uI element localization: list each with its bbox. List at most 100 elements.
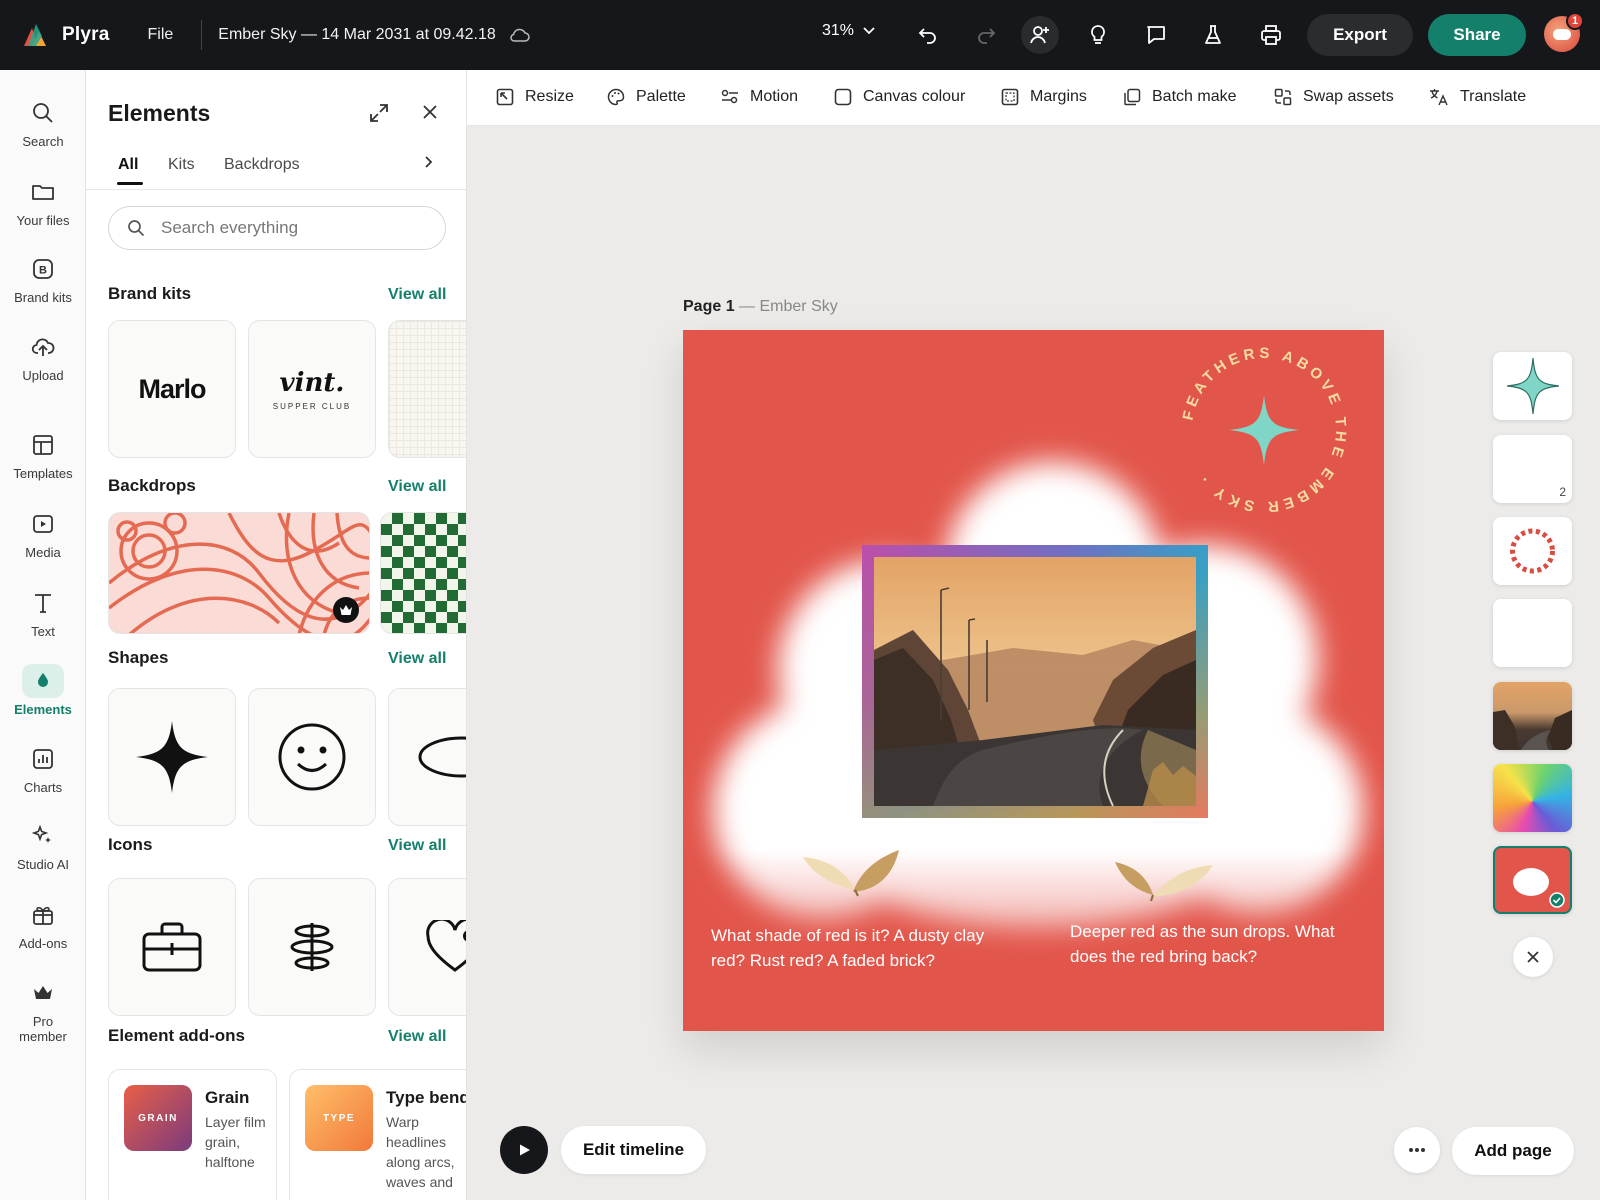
top-bar: Plyra File Ember Sky — 14 Mar 2031 at 09… — [0, 0, 1600, 70]
layer-thumb-background[interactable] — [1493, 846, 1572, 914]
tool-swap-assets[interactable]: Swap assets — [1274, 88, 1394, 106]
gift-icon — [22, 898, 64, 932]
redo-button[interactable] — [967, 16, 1005, 54]
view-all-backdrops[interactable]: View all — [388, 478, 446, 496]
brand-kit-card[interactable]: vint. SUPPER CLUB — [248, 320, 376, 458]
tool-resize[interactable]: Resize — [496, 88, 574, 106]
rail-item-media[interactable]: Media — [0, 507, 86, 560]
brand-kit-card[interactable] — [388, 320, 466, 458]
addon-description: Warp headlines along arcs, waves and — [386, 1114, 455, 1190]
layer-thumb-photo[interactable] — [1493, 682, 1572, 750]
tool-translate[interactable]: Translate — [1429, 88, 1526, 106]
tab-backdrops[interactable]: Backdrops — [224, 156, 300, 174]
layer-thumb[interactable] — [1493, 352, 1572, 420]
notification-badge[interactable]: 1 — [1566, 12, 1584, 30]
chevron-right-icon[interactable] — [420, 154, 436, 170]
caption-right[interactable]: Deeper red as the sun drops. What does t… — [1070, 919, 1360, 969]
rail-item-templates[interactable]: Templates — [0, 428, 86, 481]
comments-button[interactable] — [1137, 16, 1175, 54]
tab-all[interactable]: All — [118, 156, 138, 174]
shape-card[interactable] — [248, 688, 376, 826]
tool-motion[interactable]: Motion — [721, 88, 798, 106]
undo-button[interactable] — [909, 16, 947, 54]
expand-icon[interactable] — [368, 102, 390, 124]
tool-label: Canvas colour — [863, 88, 966, 105]
close-layers-button[interactable] — [1513, 937, 1553, 977]
batch-make-icon — [1124, 88, 1141, 106]
tool-margins[interactable]: Margins — [1001, 88, 1087, 106]
addon-card[interactable]: TYPE Type bend Warp headlines along arcs… — [289, 1069, 467, 1200]
rail-item-your-files[interactable]: Your files — [0, 175, 86, 228]
rail-item-charts[interactable]: Charts — [0, 742, 86, 795]
sparkle-shape-icon — [136, 721, 208, 793]
rail-item-studio-ai[interactable]: Studio AI — [0, 819, 86, 872]
layer-thumb[interactable] — [1493, 517, 1572, 585]
tool-palette[interactable]: Palette — [607, 88, 686, 106]
icon-card[interactable] — [108, 878, 236, 1016]
tool-batch-make[interactable]: Batch make — [1123, 88, 1236, 106]
active-tab-indicator — [117, 182, 143, 185]
sparkle-star — [1229, 395, 1299, 465]
rail-item-add-ons[interactable]: Add-ons — [0, 898, 86, 951]
dotted-ring-icon — [1510, 528, 1555, 574]
rail-label: Add-ons — [18, 936, 68, 951]
edit-timeline-button[interactable]: Edit timeline — [561, 1126, 706, 1174]
view-all-brand-kits[interactable]: View all — [388, 286, 446, 304]
shape-card[interactable] — [108, 688, 236, 826]
rail-item-text[interactable]: Text — [0, 586, 86, 639]
rail-label: Elements — [14, 702, 72, 717]
rail-item-search[interactable]: Search — [0, 96, 86, 149]
circle-text-badge: FEATHERS ABOVE THE EMBER SKY · — [1180, 345, 1346, 516]
elements-panel: Elements All Kits Backdrops Brand kits V… — [86, 70, 467, 1200]
shape-card[interactable] — [388, 688, 466, 826]
caption-left[interactable]: What shade of red is it? A dusty clay re… — [711, 923, 1011, 973]
tab-kits[interactable]: Kits — [168, 156, 195, 174]
close-icon[interactable] — [420, 102, 440, 122]
rail-item-upload[interactable]: Upload — [0, 330, 86, 383]
file-menu[interactable]: File — [147, 26, 173, 44]
page-name[interactable]: — Ember Sky — [739, 298, 838, 315]
divider — [201, 20, 203, 50]
swap-assets-icon — [1274, 88, 1292, 106]
invite-people-button[interactable] — [1021, 16, 1059, 54]
document-title[interactable]: Ember Sky — 14 Mar 2031 at 09.42.18 — [218, 26, 495, 44]
rail-item-brand-kits[interactable]: B Brand kits — [0, 252, 86, 305]
print-button[interactable] — [1252, 16, 1290, 54]
margins-icon — [1001, 88, 1019, 106]
add-page-button[interactable]: Add page — [1452, 1127, 1574, 1175]
tool-canvas-colour[interactable]: Canvas colour — [834, 88, 965, 106]
layer-thumb[interactable]: 2 — [1493, 435, 1572, 503]
play-button[interactable] — [500, 1126, 548, 1174]
logo-icon — [24, 24, 46, 46]
icon-card[interactable] — [388, 878, 466, 1016]
export-button[interactable]: Export — [1307, 14, 1413, 56]
search-input[interactable] — [161, 218, 431, 238]
layer-thumb-gradient[interactable] — [1493, 764, 1572, 832]
brand-kit-card[interactable]: Marlo — [108, 320, 236, 458]
backdrop-card[interactable] — [380, 512, 466, 634]
addon-name: Type bend — [386, 1088, 467, 1107]
zoom-dropdown[interactable]: 31% — [822, 22, 876, 40]
view-all-shapes[interactable]: View all — [388, 650, 446, 668]
icon-card[interactable] — [248, 878, 376, 1016]
view-all-add-ons[interactable]: View all — [388, 1028, 446, 1046]
more-options-button[interactable] — [1394, 1127, 1440, 1173]
addon-card[interactable]: GRAIN Grain Layer film grain, halftone — [108, 1069, 277, 1200]
undo-icon — [918, 28, 936, 44]
addon-description: Layer film grain, halftone — [205, 1114, 266, 1170]
rail-item-pro-member[interactable]: Pro member — [0, 976, 86, 1044]
layer-thumb[interactable] — [1493, 599, 1572, 667]
logo[interactable]: Plyra — [22, 24, 109, 46]
tool-label: Palette — [636, 88, 686, 105]
view-all-icons[interactable]: View all — [388, 837, 446, 855]
backdrop-card[interactable] — [108, 512, 370, 634]
artboard[interactable]: FEATHERS ABOVE THE EMBER SKY · What shad… — [683, 330, 1384, 1031]
addon-thumb: TYPE — [305, 1085, 373, 1151]
ideas-button[interactable] — [1079, 16, 1117, 54]
labs-button[interactable] — [1194, 16, 1232, 54]
spine-icon — [290, 923, 334, 971]
search-field[interactable] — [108, 206, 446, 250]
rail-item-elements[interactable]: Elements — [0, 664, 86, 717]
crown-icon — [22, 976, 64, 1010]
share-button[interactable]: Share — [1428, 14, 1526, 56]
